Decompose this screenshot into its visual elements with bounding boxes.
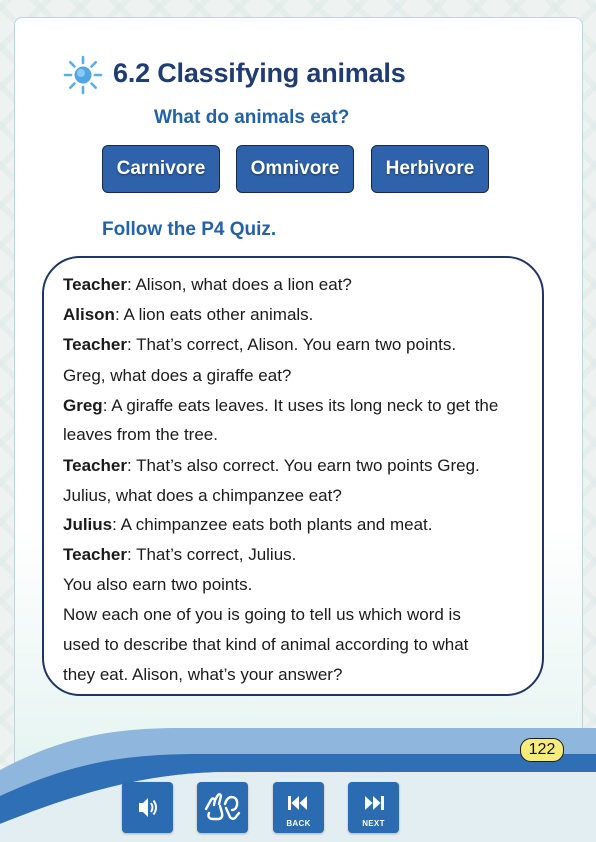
dialogue-text: : Alison, what does a lion eat? — [126, 275, 352, 294]
dialogue-line: Greg, what does a giraffe eat? — [63, 366, 291, 386]
dialogue-line: Teacher: That’s correct, Julius. — [63, 545, 296, 565]
omnivore-button[interactable]: Omnivore — [236, 145, 354, 193]
sign-language-button[interactable] — [197, 782, 248, 833]
page-title: 6.2 Classifying animals — [113, 58, 406, 88]
dialogue-text: Julius, what does a chimpanzee eat? — [63, 486, 342, 505]
page-number-badge: 122 — [520, 738, 564, 762]
dialogue-line: Greg: A giraffe eats leaves. It uses its… — [63, 396, 498, 416]
dialogue-text: Now each one of you is going to tell us … — [63, 605, 461, 624]
dialogue-line: Julius: A chimpanzee eats both plants an… — [63, 515, 433, 535]
next-label: NEXT — [362, 819, 385, 828]
dialogue-line: Now each one of you is going to tell us … — [63, 605, 461, 625]
back-label: BACK — [286, 819, 311, 828]
dialogue-text: used to describe that kind of animal acc… — [63, 635, 469, 654]
section-subtitle: What do animals eat? — [154, 107, 350, 128]
carnivore-button[interactable]: Carnivore — [102, 145, 220, 193]
dialogue-line: Julius, what does a chimpanzee eat? — [63, 486, 342, 506]
dialogue-line: You also earn two points. — [63, 575, 252, 595]
dialogue-line: Teacher: Alison, what does a lion eat? — [63, 275, 352, 295]
sun-icon — [63, 55, 103, 95]
speaker-name: Julius — [63, 515, 113, 534]
instruction-text: Follow the P4 Quiz. — [102, 219, 277, 240]
dialogue-line: Teacher: That’s correct, Alison. You ear… — [63, 335, 456, 355]
dialogue-text: : A chimpanzee eats both plants and meat… — [112, 515, 433, 534]
back-button[interactable]: BACK — [273, 782, 324, 833]
dialogue-line: used to describe that kind of animal acc… — [63, 635, 468, 655]
dialogue-text: You also earn two points. — [63, 575, 253, 594]
sign-language-icon — [204, 793, 241, 821]
speaker-name: Teacher — [63, 545, 127, 564]
speaker-name: Teacher — [63, 275, 127, 294]
dialogue-text: : That’s correct, Julius. — [126, 545, 297, 564]
dialogue-text: : That’s correct, Alison. You earn two p… — [126, 335, 457, 354]
speaker-name: Teacher — [63, 456, 127, 475]
herbivore-button[interactable]: Herbivore — [371, 145, 489, 193]
next-button[interactable]: NEXT — [348, 782, 399, 833]
speaker-name: Alison — [63, 305, 115, 324]
speaker-name: Greg — [63, 396, 103, 415]
dialogue-text: : A giraffe eats leaves. It uses its lon… — [102, 396, 499, 415]
speaker-icon — [139, 798, 157, 817]
dialogue-line: Teacher: That’s also correct. You earn t… — [63, 456, 480, 476]
dialogue-text: they eat. Alison, what’s your answer? — [63, 665, 343, 684]
dialogue-text: leaves from the tree. — [63, 425, 218, 444]
dialogue-line: leaves from the tree. — [63, 425, 218, 445]
dialogue-text: : A lion eats other animals. — [114, 305, 314, 324]
audio-button[interactable] — [122, 782, 173, 833]
dialogue-line: Alison: A lion eats other animals. — [63, 305, 313, 325]
dialogue-text: : That’s also correct. You earn two poin… — [126, 456, 480, 475]
speaker-name: Teacher — [63, 335, 127, 354]
dialogue-line: they eat. Alison, what’s your answer? — [63, 665, 342, 685]
dialogue-text: Greg, what does a giraffe eat? — [63, 366, 292, 385]
